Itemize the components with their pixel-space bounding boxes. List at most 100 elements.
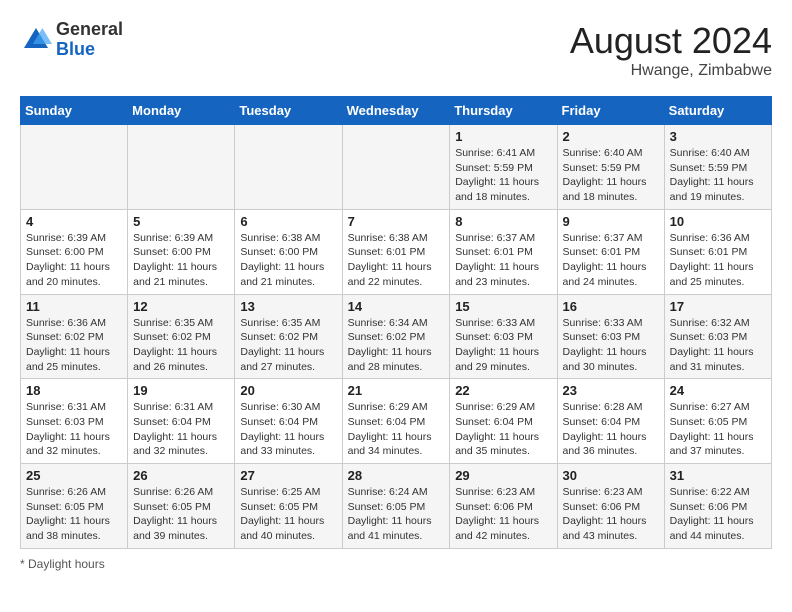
day-number: 11 <box>26 299 122 314</box>
calendar-day-cell: 14 Sunrise: 6:34 AM Sunset: 6:02 PM Dayli… <box>342 294 450 379</box>
day-of-week-header: Saturday <box>664 97 771 125</box>
calendar-day-cell: 31Sunrise: 6:22 AM Sunset: 6:06 PM Dayli… <box>664 464 771 549</box>
calendar-day-cell <box>235 125 342 210</box>
day-info: Sunrise: 6:36 AM Sunset: 6:02 PM Dayligh… <box>26 316 122 375</box>
day-number: 9 <box>563 214 659 229</box>
calendar-header-row: SundayMondayTuesdayWednesdayThursdayFrid… <box>21 97 772 125</box>
calendar-day-cell: 12Sunrise: 6:35 AM Sunset: 6:02 PM Dayli… <box>128 294 235 379</box>
footer-note: * Daylight hours <box>20 557 772 571</box>
day-of-week-header: Wednesday <box>342 97 450 125</box>
calendar-day-cell <box>128 125 235 210</box>
calendar-day-cell: 28 Sunrise: 6:24 AM Sunset: 6:05 PM Dayli… <box>342 464 450 549</box>
day-info: Sunrise: 6:30 AM Sunset: 6:04 PM Dayligh… <box>240 400 336 459</box>
day-number: 4 <box>26 214 122 229</box>
day-number: 18 <box>26 383 122 398</box>
day-of-week-header: Thursday <box>450 97 557 125</box>
logo-general: General <box>56 19 123 39</box>
day-info: Sunrise: 6:37 AM Sunset: 6:01 PM Dayligh… <box>455 231 551 290</box>
calendar-day-cell: 23 Sunrise: 6:28 AM Sunset: 6:04 PM Dayli… <box>557 379 664 464</box>
day-info: Sunrise: 6:28 AM Sunset: 6:04 PM Dayligh… <box>563 400 659 459</box>
day-info: Sunrise: 6:38 AM Sunset: 6:00 PM Dayligh… <box>240 231 336 290</box>
logo-blue: Blue <box>56 39 95 59</box>
day-number: 16 <box>563 299 659 314</box>
calendar-day-cell: 9 Sunrise: 6:37 AM Sunset: 6:01 PM Daylig… <box>557 209 664 294</box>
day-number: 19 <box>133 383 229 398</box>
day-number: 28 <box>348 468 445 483</box>
calendar-day-cell: 20 Sunrise: 6:30 AM Sunset: 6:04 PM Dayli… <box>235 379 342 464</box>
calendar-week-row: 1Sunrise: 6:41 AM Sunset: 5:59 PM Daylig… <box>21 125 772 210</box>
calendar-day-cell: 7 Sunrise: 6:38 AM Sunset: 6:01 PM Daylig… <box>342 209 450 294</box>
day-number: 22 <box>455 383 551 398</box>
day-number: 2 <box>563 129 659 144</box>
day-info: Sunrise: 6:37 AM Sunset: 6:01 PM Dayligh… <box>563 231 659 290</box>
calendar-day-cell: 5 Sunrise: 6:39 AM Sunset: 6:00 PM Daylig… <box>128 209 235 294</box>
day-number: 24 <box>670 383 766 398</box>
day-number: 5 <box>133 214 229 229</box>
day-number: 27 <box>240 468 336 483</box>
day-info: Sunrise: 6:25 AM Sunset: 6:05 PM Dayligh… <box>240 485 336 544</box>
day-number: 14 <box>348 299 445 314</box>
day-of-week-header: Tuesday <box>235 97 342 125</box>
day-number: 7 <box>348 214 445 229</box>
calendar-day-cell: 4Sunrise: 6:39 AM Sunset: 6:00 PM Daylig… <box>21 209 128 294</box>
calendar-week-row: 11 Sunrise: 6:36 AM Sunset: 6:02 PM Dayli… <box>21 294 772 379</box>
day-info: Sunrise: 6:27 AM Sunset: 6:05 PM Dayligh… <box>670 400 766 459</box>
day-number: 26 <box>133 468 229 483</box>
day-number: 29 <box>455 468 551 483</box>
day-info: Sunrise: 6:35 AM Sunset: 6:02 PM Dayligh… <box>240 316 336 375</box>
calendar-day-cell: 26Sunrise: 6:26 AM Sunset: 6:05 PM Dayli… <box>128 464 235 549</box>
day-of-week-header: Friday <box>557 97 664 125</box>
day-info: Sunrise: 6:32 AM Sunset: 6:03 PM Dayligh… <box>670 316 766 375</box>
day-info: Sunrise: 6:26 AM Sunset: 6:05 PM Dayligh… <box>26 485 122 544</box>
month-year: August 2024 <box>570 20 772 62</box>
day-number: 3 <box>670 129 766 144</box>
calendar-day-cell: 24 Sunrise: 6:27 AM Sunset: 6:05 PM Dayli… <box>664 379 771 464</box>
calendar-day-cell: 10 Sunrise: 6:36 AM Sunset: 6:01 PM Dayli… <box>664 209 771 294</box>
day-number: 17 <box>670 299 766 314</box>
day-info: Sunrise: 6:24 AM Sunset: 6:05 PM Dayligh… <box>348 485 445 544</box>
day-info: Sunrise: 6:34 AM Sunset: 6:02 PM Dayligh… <box>348 316 445 375</box>
day-info: Sunrise: 6:36 AM Sunset: 6:01 PM Dayligh… <box>670 231 766 290</box>
calendar-day-cell <box>21 125 128 210</box>
calendar-day-cell: 22 Sunrise: 6:29 AM Sunset: 6:04 PM Dayli… <box>450 379 557 464</box>
title-area: August 2024 Hwange, Zimbabwe <box>570 20 772 80</box>
day-number: 25 <box>26 468 122 483</box>
calendar-day-cell: 19 Sunrise: 6:31 AM Sunset: 6:04 PM Dayli… <box>128 379 235 464</box>
day-info: Sunrise: 6:38 AM Sunset: 6:01 PM Dayligh… <box>348 231 445 290</box>
calendar-day-cell: 18 Sunrise: 6:31 AM Sunset: 6:03 PM Dayli… <box>21 379 128 464</box>
logo-icon <box>20 24 52 56</box>
day-number: 8 <box>455 214 551 229</box>
calendar-day-cell: 30Sunrise: 6:23 AM Sunset: 6:06 PM Dayli… <box>557 464 664 549</box>
day-of-week-header: Sunday <box>21 97 128 125</box>
day-info: Sunrise: 6:23 AM Sunset: 6:06 PM Dayligh… <box>563 485 659 544</box>
logo: General Blue <box>20 20 123 60</box>
day-info: Sunrise: 6:29 AM Sunset: 6:04 PM Dayligh… <box>455 400 551 459</box>
day-number: 23 <box>563 383 659 398</box>
day-info: Sunrise: 6:40 AM Sunset: 5:59 PM Dayligh… <box>563 146 659 205</box>
calendar-day-cell: 25 Sunrise: 6:26 AM Sunset: 6:05 PM Dayli… <box>21 464 128 549</box>
day-number: 20 <box>240 383 336 398</box>
calendar-day-cell: 21Sunrise: 6:29 AM Sunset: 6:04 PM Dayli… <box>342 379 450 464</box>
calendar-day-cell: 8 Sunrise: 6:37 AM Sunset: 6:01 PM Daylig… <box>450 209 557 294</box>
calendar-day-cell: 13 Sunrise: 6:35 AM Sunset: 6:02 PM Dayli… <box>235 294 342 379</box>
calendar-day-cell: 11 Sunrise: 6:36 AM Sunset: 6:02 PM Dayli… <box>21 294 128 379</box>
calendar-day-cell: 17 Sunrise: 6:32 AM Sunset: 6:03 PM Dayli… <box>664 294 771 379</box>
calendar-week-row: 4 Sunrise: 6:39 AM Sunset: 6:00 PM Daylig… <box>21 209 772 294</box>
day-number: 21 <box>348 383 445 398</box>
day-info: Sunrise: 6:23 AM Sunset: 6:06 PM Dayligh… <box>455 485 551 544</box>
header: General Blue August 2024 Hwange, Zimbabw… <box>20 20 772 80</box>
day-info: Sunrise: 6:22 AM Sunset: 6:06 PM Dayligh… <box>670 485 766 544</box>
day-info: Sunrise: 6:41 AM Sunset: 5:59 PM Dayligh… <box>455 146 551 205</box>
calendar-day-cell: 1Sunrise: 6:41 AM Sunset: 5:59 PM Daylig… <box>450 125 557 210</box>
day-of-week-header: Monday <box>128 97 235 125</box>
location: Hwange, Zimbabwe <box>570 62 772 80</box>
day-info: Sunrise: 6:39 AM Sunset: 6:00 PM Dayligh… <box>133 231 229 290</box>
day-number: 15 <box>455 299 551 314</box>
day-number: 6 <box>240 214 336 229</box>
calendar-table: SundayMondayTuesdayWednesdayThursdayFrid… <box>20 96 772 549</box>
day-number: 10 <box>670 214 766 229</box>
day-number: 13 <box>240 299 336 314</box>
day-info: Sunrise: 6:31 AM Sunset: 6:04 PM Dayligh… <box>133 400 229 459</box>
day-info: Sunrise: 6:31 AM Sunset: 6:03 PM Dayligh… <box>26 400 122 459</box>
day-number: 12 <box>133 299 229 314</box>
